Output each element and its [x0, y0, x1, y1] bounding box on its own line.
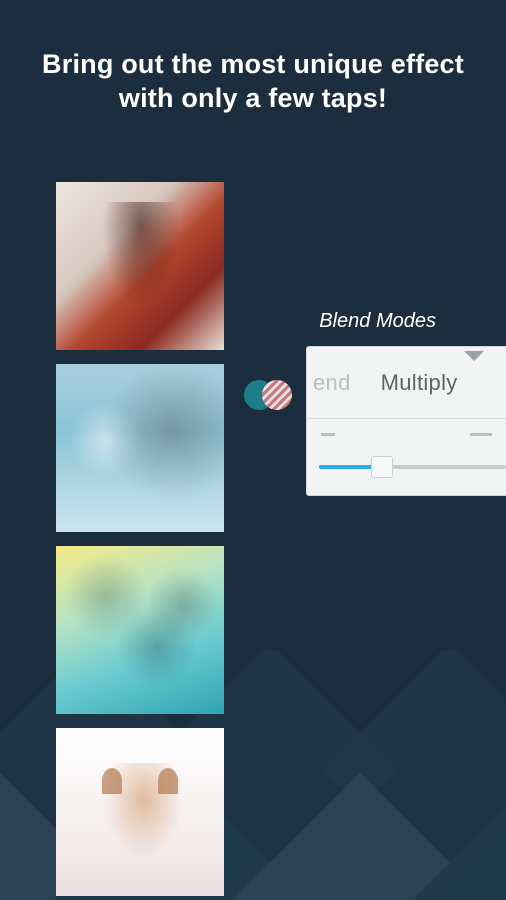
example-thumb — [56, 728, 224, 896]
headline-text: Bring out the most unique effect with on… — [40, 48, 466, 116]
example-thumbnails — [56, 182, 224, 896]
blend-modes-icon — [244, 378, 292, 412]
example-thumb — [56, 182, 224, 350]
chevron-down-icon[interactable] — [464, 351, 484, 361]
intensity-slider[interactable] — [307, 419, 506, 496]
slider-max-icon — [470, 433, 492, 436]
example-thumb — [56, 546, 224, 714]
panel-label: Blend Modes — [319, 310, 436, 333]
slider-knob[interactable] — [371, 456, 393, 478]
blend-mode-option-selected[interactable]: Multiply — [381, 370, 458, 396]
blend-mode-option-prev[interactable]: end — [313, 370, 351, 396]
example-thumb — [56, 364, 224, 532]
blend-mode-panel: end Multiply — [306, 346, 506, 496]
slider-min-icon — [321, 433, 335, 436]
